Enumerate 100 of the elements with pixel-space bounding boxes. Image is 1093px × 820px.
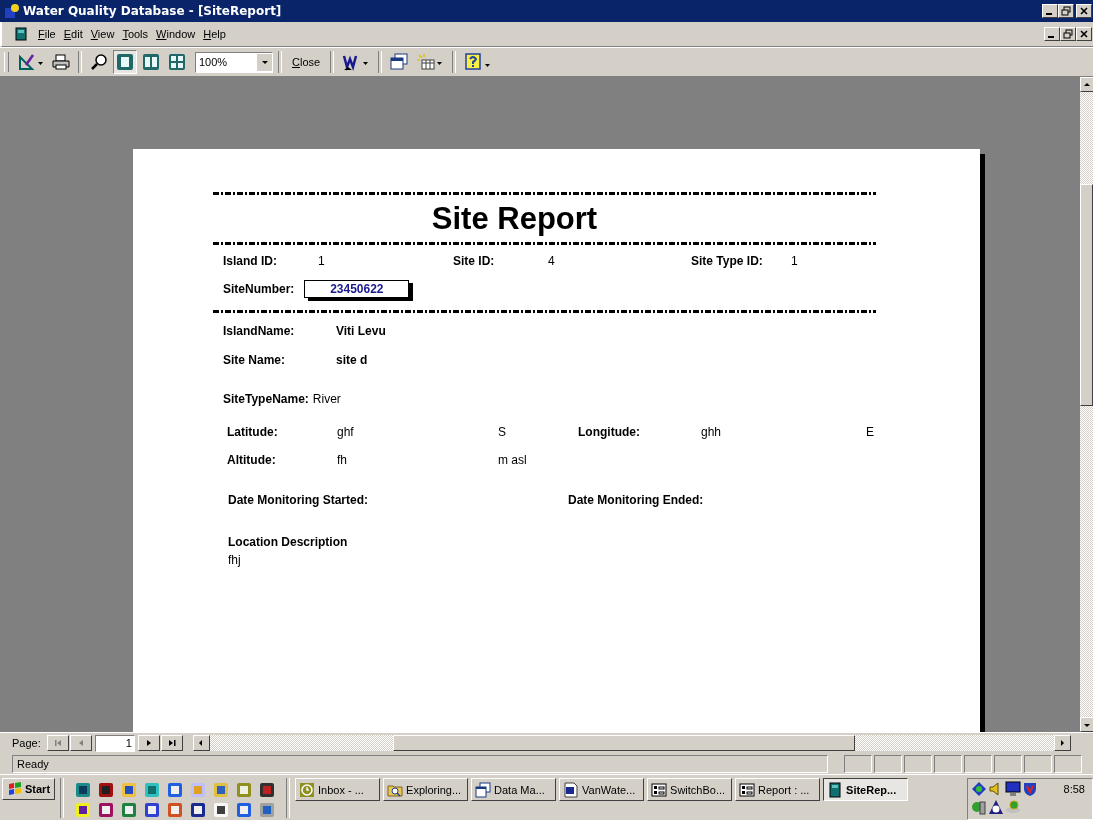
last-page-button[interactable] xyxy=(160,735,183,751)
status-panel xyxy=(964,754,992,773)
restore-icon xyxy=(1061,6,1071,16)
unit-label: m asl xyxy=(498,452,528,468)
menu-item[interactable]: File xyxy=(34,26,60,42)
launcher-icon[interactable] xyxy=(75,782,92,798)
menu-item[interactable]: Help xyxy=(199,26,230,42)
field-label: IslandName: xyxy=(223,323,296,339)
minimize-button[interactable] xyxy=(1044,27,1060,41)
field-value: ghf xyxy=(337,424,355,440)
menu-item[interactable]: Edit xyxy=(59,26,87,42)
restore-icon xyxy=(1063,29,1073,39)
last-page-icon xyxy=(166,738,177,748)
one-page-button[interactable] xyxy=(113,50,137,74)
word-document-icon xyxy=(563,781,580,798)
scroll-up-icon[interactable] xyxy=(1083,80,1091,89)
field-value: ghh xyxy=(701,424,723,440)
first-page-icon xyxy=(52,738,63,748)
start-button[interactable]: Start xyxy=(2,778,56,800)
launcher-icon[interactable] xyxy=(98,802,115,818)
close-button[interactable] xyxy=(1076,4,1092,18)
field-label: Location Description xyxy=(228,534,348,551)
field-label: SiteNumber: xyxy=(223,282,295,296)
status-panel xyxy=(934,754,962,773)
field-value: site d xyxy=(336,352,368,368)
network-icon xyxy=(971,781,987,797)
taskbar-button[interactable]: SwitchBo... xyxy=(647,778,733,801)
close-preview-button[interactable]: Close xyxy=(287,50,326,74)
taskbar-button[interactable]: SiteRep... xyxy=(823,778,909,801)
clock-icon xyxy=(299,781,316,798)
status-panel xyxy=(994,754,1022,773)
taskbar-button[interactable]: Report : ... xyxy=(735,778,821,801)
launcher-icon[interactable] xyxy=(144,802,161,818)
form-icon xyxy=(739,781,756,798)
zoom-dropdown[interactable]: 100% xyxy=(195,51,273,73)
book-icon xyxy=(827,781,844,798)
menu-item[interactable]: Tools xyxy=(118,26,153,42)
clock-icon xyxy=(988,799,1004,815)
taskbar-button[interactable]: Inbox - ... xyxy=(295,778,381,801)
field-value: Viti Levu xyxy=(336,323,386,339)
restore-button[interactable] xyxy=(1060,27,1076,41)
first-page-button[interactable] xyxy=(46,735,69,751)
launcher-icon[interactable] xyxy=(121,782,138,798)
field-label: Longitude: xyxy=(578,424,641,440)
field-value: 1 xyxy=(318,253,326,269)
next-page-button[interactable] xyxy=(137,735,160,751)
field-label: Date Monitoring Ended: xyxy=(568,493,705,507)
field-value: River xyxy=(312,392,341,406)
launcher-icon[interactable] xyxy=(98,782,115,798)
clock: 8:58 xyxy=(1062,783,1086,795)
status-panel xyxy=(874,754,902,773)
launcher-icon[interactable] xyxy=(75,802,92,818)
close-button[interactable] xyxy=(1076,27,1092,41)
book-icon xyxy=(14,27,28,41)
page-number-field[interactable]: 1 xyxy=(94,734,135,752)
previous-page-button[interactable] xyxy=(69,735,92,751)
menu-item[interactable]: View xyxy=(86,26,119,42)
field-label: Site ID: xyxy=(453,253,496,269)
form-icon xyxy=(651,781,668,798)
minimize-button[interactable] xyxy=(1042,4,1058,18)
launcher-icon[interactable] xyxy=(213,802,230,818)
field-value: fh xyxy=(337,452,348,468)
field-label: Site Name: xyxy=(223,352,287,368)
launcher-icon[interactable] xyxy=(167,782,184,798)
windows-icon xyxy=(475,781,492,798)
scroll-right-icon[interactable] xyxy=(1058,739,1067,747)
vertical-scrollbar[interactable] xyxy=(1080,77,1093,732)
restore-button[interactable] xyxy=(1058,4,1074,18)
field-value: 1 xyxy=(791,253,799,269)
field-label: Site Type ID: xyxy=(691,253,764,269)
status-panel xyxy=(1024,754,1052,773)
taskbar-button[interactable]: VanWate... xyxy=(559,778,645,801)
horizontal-scrollbar[interactable] xyxy=(192,735,1071,751)
taskbar-button[interactable]: Exploring... xyxy=(383,778,469,801)
disc-icon xyxy=(1005,799,1021,815)
status-panel xyxy=(904,754,932,773)
field-label: Date Monitoring Started: xyxy=(228,493,369,507)
minimize-icon xyxy=(1048,36,1054,38)
taskbar-button[interactable]: Data Ma... xyxy=(471,778,557,801)
globe-icon xyxy=(971,799,987,815)
close-icon xyxy=(1079,29,1089,39)
status-panel xyxy=(1054,754,1082,773)
site-number-box: 23450622 xyxy=(304,280,410,298)
minimize-icon xyxy=(1046,13,1052,15)
close-icon xyxy=(1079,6,1089,16)
unit-label: S xyxy=(498,424,507,440)
field-value: 4 xyxy=(548,253,556,269)
window-title: Water Quality Database - [SiteReport] xyxy=(23,4,282,18)
menu-item[interactable]: Window xyxy=(152,26,200,42)
report-title: Site Report xyxy=(430,200,599,238)
monitor-icon xyxy=(1005,781,1021,797)
launcher-icon[interactable] xyxy=(190,802,207,818)
field-label: Island ID: xyxy=(223,253,278,269)
windows-logo-icon xyxy=(7,782,23,796)
launcher-icon[interactable] xyxy=(236,802,253,818)
unit-label: E xyxy=(866,424,875,440)
shield-icon xyxy=(1022,781,1038,797)
status-panel xyxy=(844,754,872,773)
launcher-icon[interactable] xyxy=(259,782,276,798)
field-label: Altitude: xyxy=(227,452,277,468)
